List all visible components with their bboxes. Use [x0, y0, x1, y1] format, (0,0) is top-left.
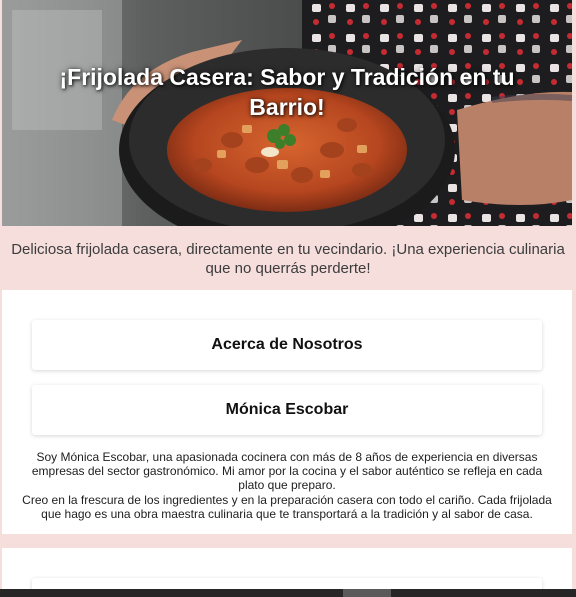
about-us-button[interactable]: Acerca de Nosotros	[32, 320, 542, 370]
chef-bio: Soy Mónica Escobar, una apasionada cocin…	[22, 450, 552, 521]
tagline: Deliciosa frijolada casera, directamente…	[11, 241, 565, 277]
chef-name-label: Mónica Escobar	[225, 401, 349, 418]
bio-paragraph-1: Soy Mónica Escobar, una apasionada cocin…	[31, 450, 543, 493]
about-us-label: Acerca de Nosotros	[211, 336, 363, 353]
bio-paragraph-2: Creo en la frescura de los ingredientes …	[22, 492, 552, 521]
chef-name-card[interactable]: Mónica Escobar	[32, 385, 542, 435]
scrollbar-thumb[interactable]	[343, 589, 391, 597]
about-panel: Acerca de Nosotros Mónica Escobar Soy Mó…	[2, 290, 572, 534]
hero-banner: ¡Frijolada Casera: Sabor y Tradición en …	[2, 0, 572, 226]
horizontal-scrollbar[interactable]	[0, 589, 576, 597]
hero-title: ¡Frijolada Casera: Sabor y Tradición en …	[59, 64, 515, 120]
